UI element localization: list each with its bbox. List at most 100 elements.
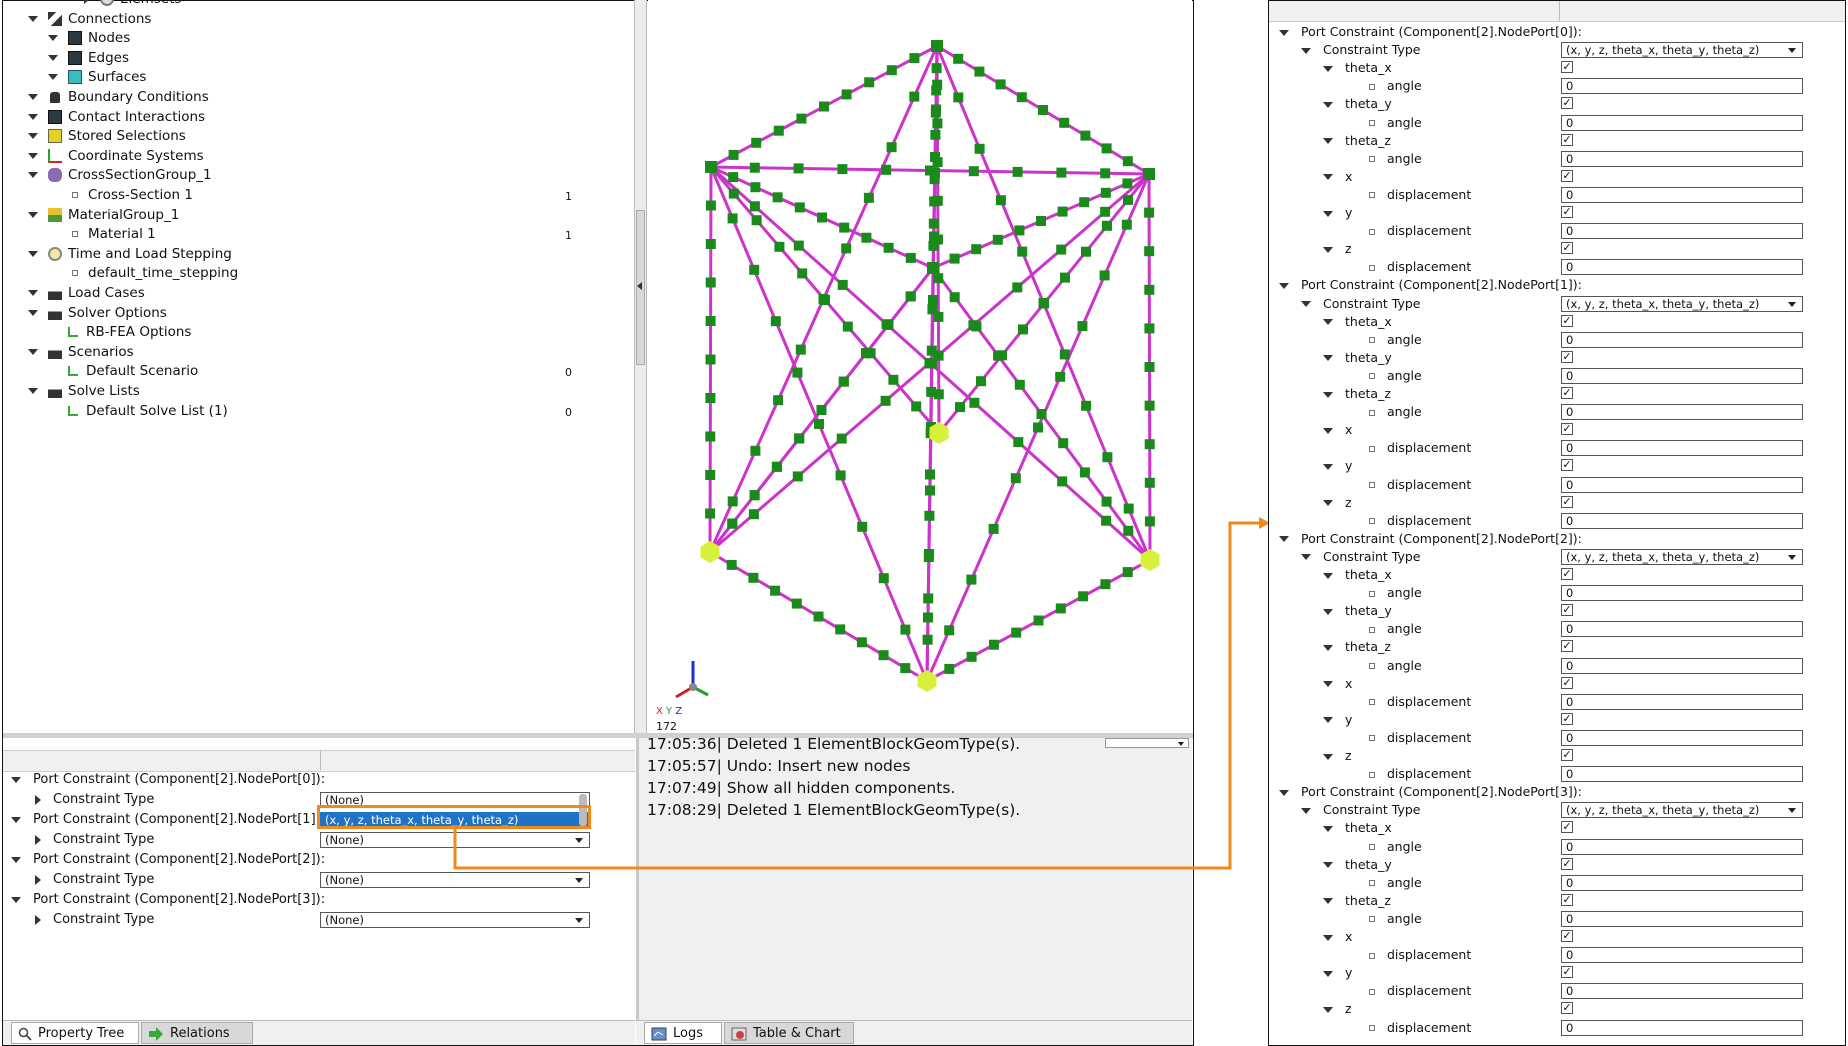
expand-arrow-icon[interactable] — [1323, 717, 1333, 724]
dof-row[interactable]: y — [1323, 457, 1352, 474]
expand-arrow-icon[interactable] — [1323, 825, 1333, 832]
expand-arrow-icon[interactable] — [1323, 138, 1333, 145]
param-value-input[interactable]: 0 — [1561, 729, 1803, 746]
expand-arrow-icon[interactable] — [1279, 282, 1289, 289]
expand-arrow-icon[interactable] — [1323, 644, 1333, 651]
dof-checkbox[interactable]: ✓ — [1561, 712, 1573, 725]
dof-checkbox[interactable]: ✓ — [1561, 604, 1573, 617]
dof-row[interactable]: y — [1323, 711, 1352, 728]
dof-row[interactable]: x — [1323, 168, 1352, 185]
expand-arrow-icon[interactable] — [1323, 355, 1333, 362]
param-value-input[interactable]: 0 — [1561, 78, 1803, 95]
expand-arrow-icon[interactable] — [1323, 1006, 1333, 1013]
expand-arrow-icon[interactable] — [1279, 789, 1289, 796]
dof-row[interactable]: theta_y — [1323, 349, 1392, 366]
expand-arrow-icon[interactable] — [1323, 391, 1333, 398]
port-constraint-header[interactable]: Port Constraint (Component[2].NodePort[0… — [1279, 23, 1582, 40]
dof-row[interactable]: z — [1323, 1000, 1352, 1017]
param-value-input[interactable]: 0 — [1561, 114, 1803, 131]
port-constraint-header[interactable]: Port Constraint (Component[2].NodePort[3… — [1279, 783, 1582, 800]
dof-row[interactable]: z — [1323, 747, 1352, 764]
expand-arrow-icon[interactable] — [1323, 898, 1333, 905]
dof-row[interactable]: theta_y — [1323, 602, 1392, 619]
dof-checkbox[interactable]: ✓ — [1561, 242, 1573, 255]
expand-arrow-icon[interactable] — [1301, 807, 1311, 814]
expand-arrow-icon[interactable] — [1323, 427, 1333, 434]
expand-arrow-icon[interactable] — [1323, 463, 1333, 470]
param-value-input[interactable]: 0 — [1561, 874, 1803, 891]
dof-checkbox[interactable]: ✓ — [1561, 387, 1573, 399]
dof-row[interactable]: theta_z — [1323, 132, 1391, 149]
param-value-input[interactable]: 0 — [1561, 259, 1803, 276]
param-value-input[interactable]: 0 — [1561, 440, 1803, 457]
param-value-input[interactable]: 0 — [1561, 657, 1803, 674]
dof-checkbox[interactable]: ✓ — [1561, 821, 1573, 834]
dof-checkbox[interactable]: ✓ — [1561, 97, 1573, 110]
expand-arrow-icon[interactable] — [1301, 47, 1311, 54]
dof-checkbox[interactable]: ✓ — [1561, 676, 1573, 689]
expand-arrow-icon[interactable] — [1323, 210, 1333, 217]
dof-row[interactable]: theta_x — [1323, 59, 1392, 76]
expand-arrow-icon[interactable] — [1301, 301, 1311, 307]
dof-checkbox[interactable]: ✓ — [1561, 568, 1573, 580]
dof-row[interactable]: theta_z — [1323, 892, 1391, 909]
constraint-type-row[interactable]: Constraint Type — [1301, 801, 1421, 818]
dof-checkbox[interactable]: ✓ — [1561, 1002, 1573, 1015]
param-value-input[interactable]: 0 — [1561, 150, 1803, 167]
expand-arrow-icon[interactable] — [1323, 174, 1333, 181]
param-value-input[interactable]: 0 — [1561, 766, 1803, 783]
dof-row[interactable]: y — [1323, 204, 1352, 221]
dof-checkbox[interactable]: ✓ — [1561, 61, 1573, 74]
dof-checkbox[interactable]: ✓ — [1561, 893, 1573, 906]
dof-row[interactable]: theta_z — [1323, 638, 1391, 655]
expand-arrow-icon[interactable] — [1279, 29, 1289, 36]
param-value-input[interactable]: 0 — [1561, 585, 1803, 602]
param-value-input[interactable]: 0 — [1561, 476, 1803, 493]
expand-arrow-icon[interactable] — [1323, 608, 1333, 615]
param-value-input[interactable]: 0 — [1561, 186, 1803, 203]
expand-arrow-icon[interactable] — [1323, 934, 1333, 941]
expand-arrow-icon[interactable] — [1279, 536, 1289, 543]
expand-arrow-icon[interactable] — [1323, 65, 1333, 72]
dof-checkbox[interactable]: ✓ — [1561, 169, 1573, 182]
param-value-input[interactable]: 0 — [1561, 223, 1803, 240]
param-value-input[interactable]: 0 — [1561, 693, 1803, 710]
constraint-type-row[interactable]: Constraint Type — [1301, 295, 1421, 312]
dof-row[interactable]: z — [1323, 494, 1352, 511]
expand-arrow-icon[interactable] — [1323, 681, 1333, 688]
expand-arrow-icon[interactable] — [1323, 101, 1333, 108]
constraint-type-row[interactable]: Constraint Type — [1301, 41, 1421, 58]
dof-row[interactable]: theta_y — [1323, 95, 1392, 112]
dof-row[interactable]: x — [1323, 421, 1352, 438]
dof-row[interactable]: theta_z — [1323, 385, 1391, 402]
param-value-input[interactable]: 0 — [1561, 367, 1803, 384]
dof-checkbox[interactable]: ✓ — [1561, 857, 1573, 870]
dof-row[interactable]: theta_x — [1323, 566, 1392, 583]
param-value-input[interactable]: 0 — [1561, 910, 1803, 927]
dof-checkbox[interactable]: ✓ — [1561, 966, 1573, 979]
expand-arrow-icon[interactable] — [1323, 862, 1333, 869]
dof-checkbox[interactable]: ✓ — [1561, 495, 1573, 508]
dof-checkbox[interactable]: ✓ — [1561, 423, 1573, 436]
constraint-type-dropdown[interactable]: (x, y, z, theta_x, theta_y, theta_z) — [1561, 802, 1803, 819]
dof-checkbox[interactable]: ✓ — [1561, 640, 1573, 653]
dof-checkbox[interactable]: ✓ — [1561, 206, 1573, 218]
dof-checkbox[interactable]: ✓ — [1561, 749, 1573, 761]
expand-arrow-icon[interactable] — [1323, 246, 1333, 253]
param-value-input[interactable]: 0 — [1561, 838, 1803, 855]
dof-row[interactable]: x — [1323, 675, 1352, 692]
param-value-input[interactable]: 0 — [1561, 404, 1803, 421]
dof-row[interactable]: z — [1323, 240, 1352, 257]
port-constraint-header[interactable]: Port Constraint (Component[2].NodePort[2… — [1279, 530, 1582, 547]
param-value-input[interactable]: 0 — [1561, 983, 1803, 1000]
expand-arrow-icon[interactable] — [1323, 970, 1333, 977]
constraint-type-dropdown[interactable]: (x, y, z, theta_x, theta_y, theta_z) — [1561, 295, 1803, 312]
port-constraint-header[interactable]: Port Constraint (Component[2].NodePort[1… — [1279, 276, 1582, 293]
constraint-type-dropdown[interactable]: (x, y, z, theta_x, theta_y, theta_z) — [1561, 548, 1803, 565]
dof-checkbox[interactable]: ✓ — [1561, 930, 1573, 942]
dof-checkbox[interactable]: ✓ — [1561, 314, 1573, 327]
param-value-input[interactable]: 0 — [1561, 947, 1803, 964]
param-value-input[interactable]: 0 — [1561, 1019, 1803, 1036]
param-value-input[interactable]: 0 — [1561, 621, 1803, 638]
dof-row[interactable]: x — [1323, 928, 1352, 945]
